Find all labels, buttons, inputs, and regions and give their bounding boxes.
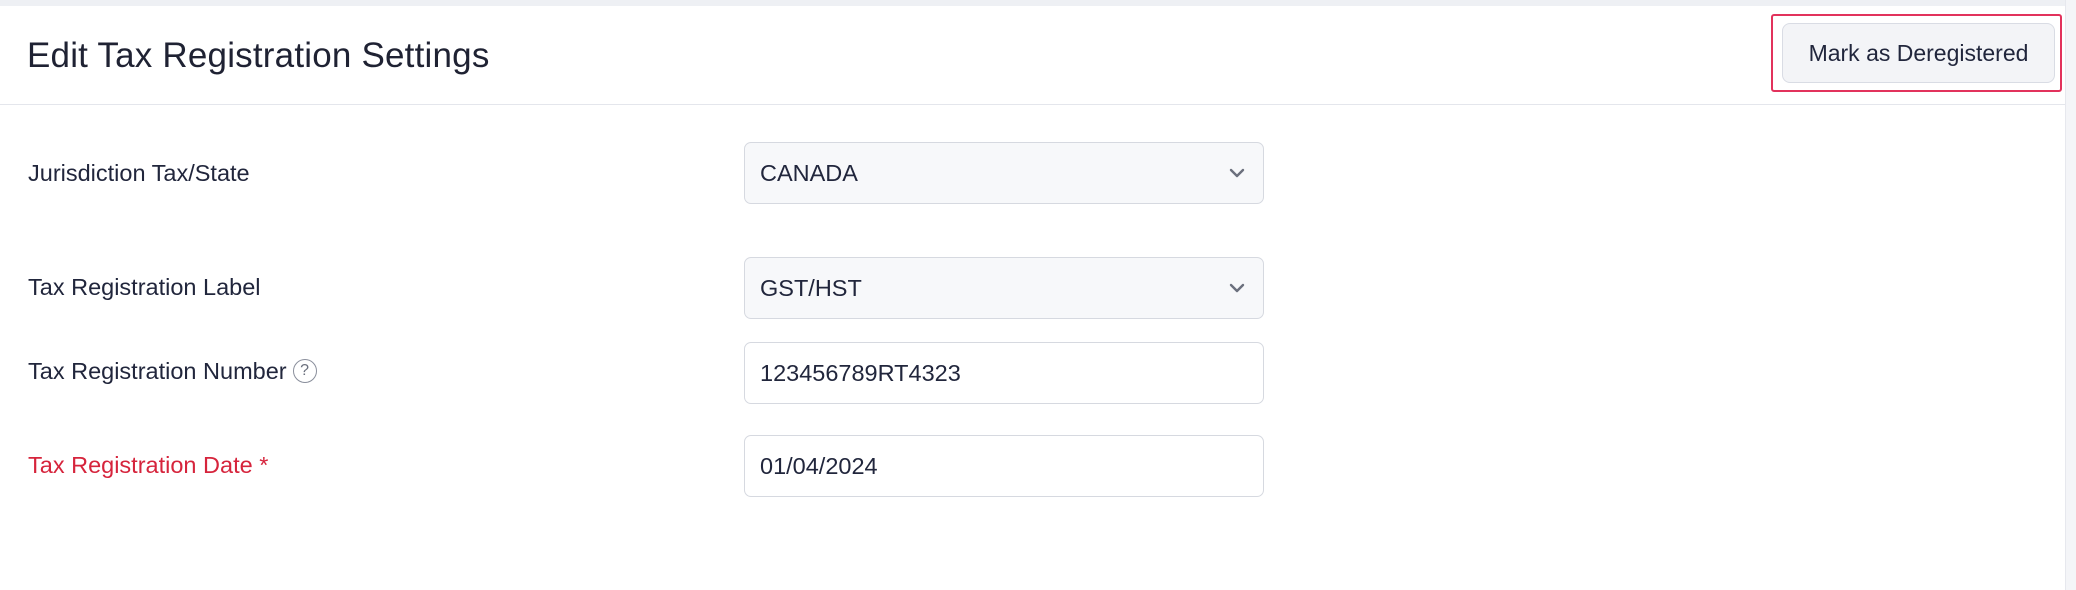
jurisdiction-value: CANADA [760,160,858,186]
mark-as-deregistered-button[interactable]: Mark as Deregistered [1782,23,2055,83]
registration-number-value: 123456789RT4323 [760,360,961,386]
jurisdiction-label: Jurisdiction Tax/State [28,160,250,186]
page-header: Edit Tax Registration Settings [0,6,2066,105]
registration-date-label: Tax Registration Date * [28,452,269,478]
question-circle-icon[interactable]: ? [292,358,317,383]
registration-date-input[interactable]: 01/04/2024 [744,435,1264,497]
scroll-edge [2065,0,2076,590]
registration-label-label: Tax Registration Label [28,274,261,300]
page-title: Edit Tax Registration Settings [27,36,490,75]
registration-number-input[interactable]: 123456789RT4323 [744,342,1264,404]
registration-date-value: 01/04/2024 [760,453,878,479]
tax-registration-settings-page: Edit Tax Registration Settings Mark as D… [0,0,2076,590]
chevron-down-icon [1229,283,1245,293]
registration-label-value: GST/HST [760,275,862,301]
registration-label-select[interactable]: GST/HST [744,257,1264,319]
jurisdiction-select[interactable]: CANADA [744,142,1264,204]
registration-number-label: Tax Registration Number? [28,355,317,387]
chevron-down-icon [1229,168,1245,178]
registration-number-label-text: Tax Registration Number [28,358,287,384]
